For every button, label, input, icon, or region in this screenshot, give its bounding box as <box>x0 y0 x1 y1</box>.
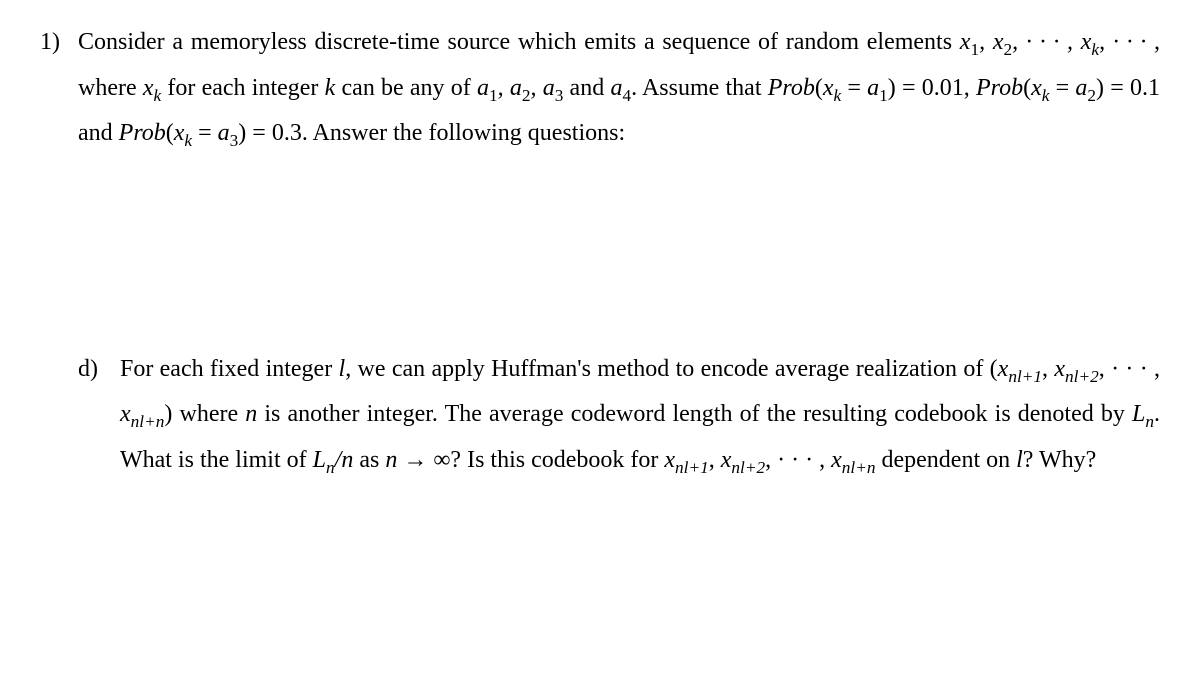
problem-1: 1) Consider a memoryless discrete-time s… <box>40 20 1160 157</box>
and-text: and <box>563 75 610 101</box>
prob-expr-2: Prob(xk = a2) <box>976 75 1104 101</box>
sep: , <box>979 29 993 55</box>
math-l2: l <box>1016 447 1023 473</box>
text: as <box>353 447 385 473</box>
text: dependent on <box>875 447 1016 473</box>
math-x2: x2 <box>993 29 1012 55</box>
text: ? Is this codebook for <box>450 447 664 473</box>
text: for each integer <box>161 75 324 101</box>
math-limit: n → ∞ <box>385 447 450 473</box>
where-text: where <box>78 75 143 101</box>
text: is another integer. The average codeword… <box>257 401 1132 427</box>
text: For each fixed integer <box>120 356 339 382</box>
math-Ln: Ln <box>1132 401 1154 427</box>
math-a4: a4 <box>610 75 631 101</box>
dots: , · · · , <box>1012 29 1081 55</box>
math-xk2: xk <box>143 75 161 101</box>
text: = 0.01, <box>896 75 976 101</box>
math-xk: xk <box>1081 29 1099 55</box>
math-k: k <box>325 75 336 101</box>
text: , we can apply Huffman's method to encod… <box>345 356 989 382</box>
dots: , · · · , <box>1099 29 1160 55</box>
subpart-body: For each fixed integer l , we can apply H… <box>120 347 1160 484</box>
text: where <box>172 401 245 427</box>
sep: , <box>498 75 510 101</box>
subpart-label: d) <box>78 347 120 393</box>
math-a2: a2 <box>510 75 531 101</box>
subpart-d: d) For each fixed integer l , we can appl… <box>78 347 1160 484</box>
problem-body: Consider a memoryless discrete-time sour… <box>78 20 1160 157</box>
math-n: n <box>245 401 257 427</box>
problem-number: 1) <box>40 20 78 66</box>
tuple-expr-2: xnl+1, xnl+2, · · · , xnl+n <box>664 447 875 473</box>
math-a1: a1 <box>477 75 498 101</box>
math-a3: a3 <box>543 75 564 101</box>
sep: , <box>530 75 542 101</box>
text: can be any of <box>335 75 477 101</box>
prob-expr-3: Prob(xk = a3) <box>119 120 247 146</box>
math-x1: x1 <box>960 29 979 55</box>
text: ? Why? <box>1023 447 1097 473</box>
math-Ln-over-n: Ln/n <box>313 447 354 473</box>
text: . Assume that <box>631 75 768 101</box>
text: = 0.3. Answer the following questions: <box>246 120 625 146</box>
prob-expr-1: Prob(xk = a1) <box>768 75 896 101</box>
intro-text: Consider a memoryless discrete-time sour… <box>78 29 960 55</box>
